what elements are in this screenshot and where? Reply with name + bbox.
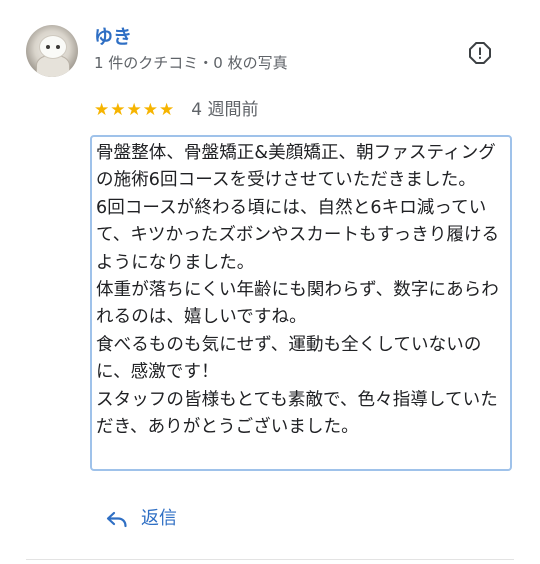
star-icon: ★	[110, 100, 126, 120]
reviewer-avatar[interactable]	[26, 25, 78, 77]
review-text-box[interactable]: 骨盤整体、骨盤矯正&美顔矯正、朝ファスティングの施術6回コースを受けさせていただ…	[90, 135, 512, 471]
star-rating: ★ ★ ★ ★ ★	[94, 100, 174, 120]
star-icon: ★	[126, 100, 142, 120]
reply-icon	[106, 511, 127, 528]
review-text: 骨盤整体、骨盤矯正&美顔矯正、朝ファスティングの施術6回コースを受けさせていただ…	[96, 143, 500, 438]
divider	[26, 559, 514, 560]
reviewer-name[interactable]: ゆき	[94, 25, 132, 49]
star-icon: ★	[159, 100, 175, 120]
reply-label: 返信	[141, 508, 177, 529]
reviewer-meta: 1 件のクチコミ・0 枚の写真	[94, 54, 288, 72]
rating-row: ★ ★ ★ ★ ★ 4 週間前	[94, 98, 258, 122]
report-icon	[469, 42, 491, 64]
star-icon: ★	[142, 100, 158, 120]
review-date: 4 週間前	[191, 100, 259, 120]
report-button[interactable]	[468, 41, 492, 65]
star-icon: ★	[94, 100, 110, 120]
reply-button[interactable]: 返信	[106, 506, 177, 532]
